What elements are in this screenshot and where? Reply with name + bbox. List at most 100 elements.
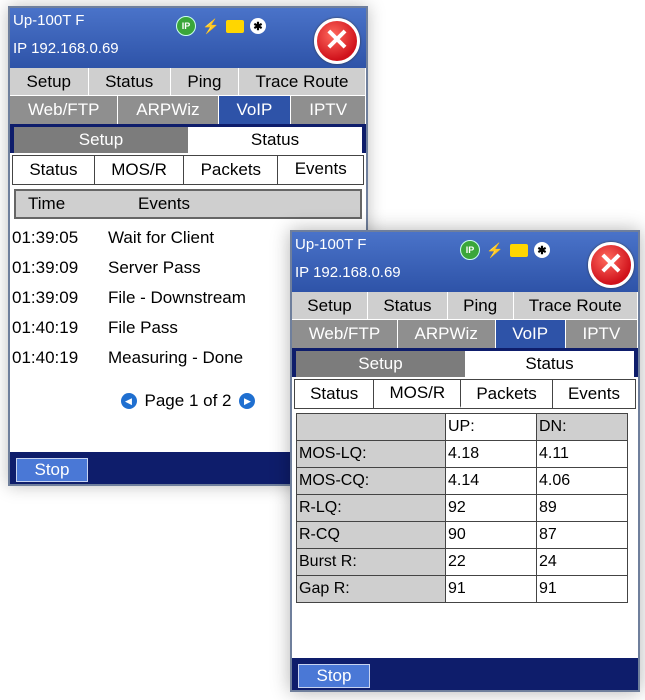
stop-button[interactable]: Stop <box>298 664 370 688</box>
tab-voip[interactable]: VoIP <box>495 320 566 348</box>
tab-trace-route[interactable]: Trace Route <box>239 68 366 96</box>
close-icon: ✕ <box>598 248 624 281</box>
inner-tab-mos-r[interactable]: MOS/R <box>374 380 462 408</box>
column-header-time: Time <box>28 194 66 213</box>
dn-value: 91 <box>536 575 628 603</box>
inner-tab-status[interactable]: Status <box>295 380 375 408</box>
up-value: 91 <box>445 575 537 603</box>
main-tab-row: Setup Status Ping Trace Route <box>292 292 638 320</box>
up-value: 4.14 <box>445 467 537 495</box>
inner-tab-row: Status MOS/R Packets Events <box>294 379 636 409</box>
event-time: 01:39:05 <box>12 228 79 247</box>
tab-arpwiz[interactable]: ARPWiz <box>397 320 496 348</box>
up-value: 4.18 <box>445 440 537 468</box>
bluetooth-icon: ✱ <box>250 18 266 34</box>
inner-tab-events[interactable]: Events <box>553 380 635 408</box>
dn-value: 87 <box>536 521 628 549</box>
previous-page-icon[interactable]: ◀ <box>120 393 137 409</box>
mos-r-table: UP: DN: MOS-LQ: 4.18 4.11 MOS-CQ: 4.14 4… <box>296 413 628 603</box>
tab-setup[interactable]: Setup <box>292 292 369 320</box>
table-row: R-LQ: 92 89 <box>296 494 628 522</box>
page-indicator: Page 1 of 2 <box>144 391 232 410</box>
metric-label: MOS-LQ: <box>296 440 446 468</box>
voip-panel: Setup Status <box>292 348 638 377</box>
tab-status[interactable]: Status <box>88 68 171 96</box>
mos-content: Status MOS/R Packets Events UP: DN: MOS-… <box>292 379 638 659</box>
tab-status[interactable]: Status <box>368 292 448 320</box>
column-header-dn: DN: <box>536 413 628 441</box>
metric-label: R-CQ <box>296 521 446 549</box>
close-button[interactable]: ✕ <box>314 18 360 64</box>
metric-label: Gap R: <box>296 575 446 603</box>
table-header-row: UP: DN: <box>296 413 628 441</box>
tab-web-ftp[interactable]: Web/FTP <box>10 96 119 124</box>
inner-tab-events[interactable]: Events <box>278 156 364 184</box>
event-text: File - Downstream <box>108 288 246 307</box>
close-icon: ✕ <box>324 24 350 57</box>
column-header-events: Events <box>138 194 190 213</box>
event-text: Server Pass <box>108 258 201 277</box>
metric-label: R-LQ: <box>296 494 446 522</box>
metric-label: Burst R: <box>296 548 446 576</box>
table-row: MOS-CQ: 4.14 4.06 <box>296 467 628 495</box>
next-page-icon[interactable]: ▶ <box>239 393 256 409</box>
tab-iptv[interactable]: IPTV <box>565 320 638 348</box>
ip-address: IP 192.168.0.69 <box>295 264 401 281</box>
network-plug-icon: ⚡ <box>202 18 220 34</box>
tab-ping[interactable]: Ping <box>170 68 239 96</box>
event-text: File Pass <box>108 318 178 337</box>
voip-panel: Setup Status <box>10 124 366 153</box>
stop-button[interactable]: Stop <box>16 458 88 482</box>
event-time: 01:39:09 <box>12 288 79 307</box>
close-button[interactable]: ✕ <box>588 242 634 288</box>
event-time: 01:40:19 <box>12 318 79 337</box>
inner-tab-mos-r[interactable]: MOS/R <box>95 156 185 184</box>
title-bar: Up-100T F IP 192.168.0.69 IP ⚡ ✱ ✕ <box>10 8 366 68</box>
status-icons: IP ⚡ ✱ <box>176 16 266 36</box>
metric-label: MOS-CQ: <box>296 467 446 495</box>
segment-setup[interactable]: Setup <box>296 351 465 377</box>
dn-value: 4.11 <box>536 440 628 468</box>
main-tab-row: Setup Status Ping Trace Route <box>10 68 366 96</box>
tab-iptv[interactable]: IPTV <box>291 96 366 124</box>
device-name: Up-100T F <box>13 12 85 29</box>
tab-trace-route[interactable]: Trace Route <box>513 292 638 320</box>
up-value: 90 <box>445 521 537 549</box>
up-value: 22 <box>445 548 537 576</box>
event-time: 01:40:19 <box>12 348 79 367</box>
up-value: 92 <box>445 494 537 522</box>
setup-status-toggle: Setup Status <box>296 351 634 377</box>
event-text: Measuring - Done <box>108 348 244 367</box>
inner-tab-packets[interactable]: Packets <box>461 380 553 408</box>
tab-web-ftp[interactable]: Web/FTP <box>292 320 398 348</box>
table-row: Burst R: 22 24 <box>296 548 628 576</box>
inner-tab-status[interactable]: Status <box>13 156 95 184</box>
sub-tab-row: Web/FTP ARPWiz VoIP IPTV <box>292 320 638 348</box>
folder-icon <box>226 19 244 33</box>
device-window-mos: Up-100T F IP 192.168.0.69 IP ⚡ ✱ ✕ Setup… <box>290 230 640 692</box>
tab-arpwiz[interactable]: ARPWiz <box>118 96 219 124</box>
segment-status[interactable]: Status <box>188 127 362 153</box>
folder-icon <box>510 243 528 257</box>
tab-setup[interactable]: Setup <box>10 68 89 96</box>
event-text: Wait for Client <box>108 228 215 247</box>
inner-tab-packets[interactable]: Packets <box>184 156 279 184</box>
ip-status-icon: IP <box>460 240 480 260</box>
dn-value: 4.06 <box>536 467 628 495</box>
sub-tab-row: Web/FTP ARPWiz VoIP IPTV <box>10 96 366 124</box>
device-name: Up-100T F <box>295 236 367 253</box>
header-blank-cell <box>296 413 446 441</box>
title-bar: Up-100T F IP 192.168.0.69 IP ⚡ ✱ ✕ <box>292 232 638 292</box>
bluetooth-icon: ✱ <box>534 242 550 258</box>
table-row: MOS-LQ: 4.18 4.11 <box>296 440 628 468</box>
setup-status-toggle: Setup Status <box>14 127 362 153</box>
tab-ping[interactable]: Ping <box>447 292 514 320</box>
inner-tab-row: Status MOS/R Packets Events <box>12 155 364 185</box>
dn-value: 89 <box>536 494 628 522</box>
segment-setup[interactable]: Setup <box>14 127 188 153</box>
tab-voip[interactable]: VoIP <box>218 96 292 124</box>
network-plug-icon: ⚡ <box>486 242 504 258</box>
events-table-header: Time Events <box>14 189 362 219</box>
segment-status[interactable]: Status <box>465 351 634 377</box>
dn-value: 24 <box>536 548 628 576</box>
